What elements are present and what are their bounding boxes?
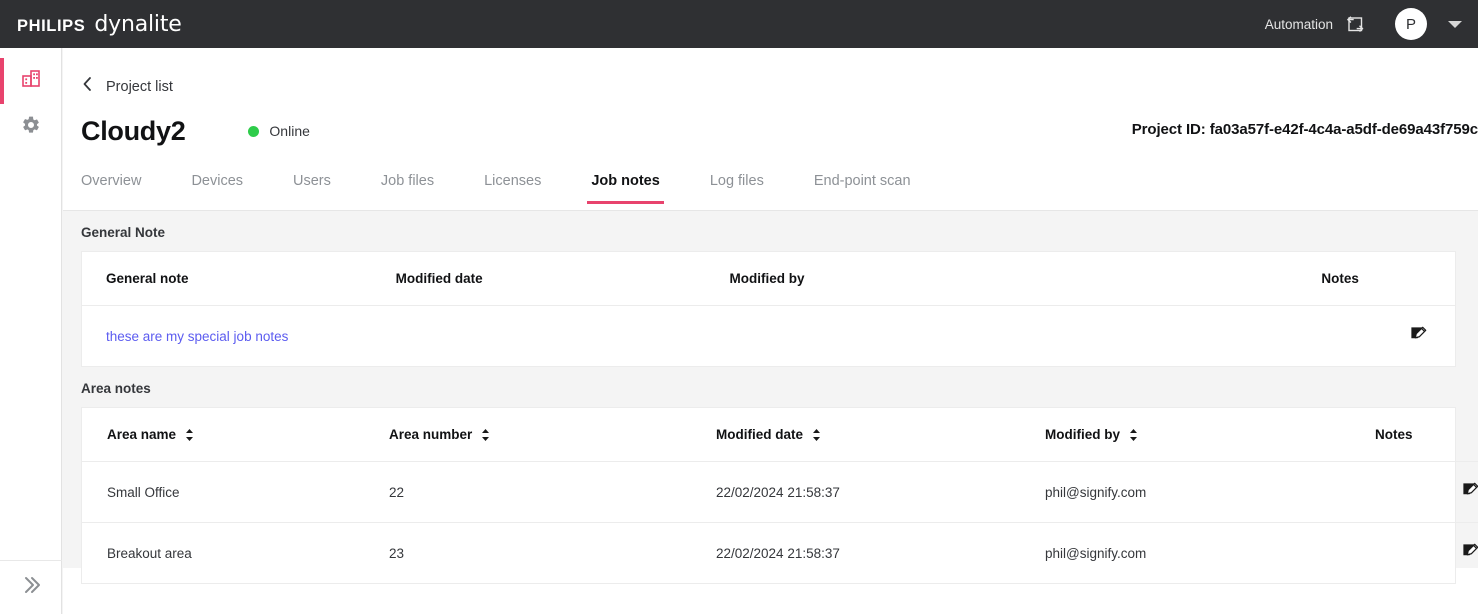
area-modified-date-cell: 22/02/2024 21:58:37 <box>716 545 840 561</box>
area-modified-date-cell: 22/02/2024 21:58:37 <box>716 461 1045 523</box>
edit-note-icon[interactable] <box>1461 481 1478 500</box>
column-header-modified-by-label: Modified by <box>1045 427 1120 442</box>
tab-devices[interactable]: Devices <box>191 173 243 203</box>
brand-dynalite-text: dynalite <box>94 11 182 37</box>
status-badge: Online <box>248 123 310 139</box>
tab-job-notes[interactable]: Job notes <box>587 173 665 204</box>
sort-icon[interactable] <box>481 428 490 442</box>
area-name-cell: Small Office <box>82 461 389 523</box>
general-note-notes-cell <box>1321 306 1455 367</box>
column-header-modified-by[interactable]: Modified by <box>1045 408 1375 462</box>
column-header-general-note: General note <box>82 252 396 306</box>
column-header-modified-date-label: Modified date <box>716 427 803 442</box>
chevrons-right-icon <box>19 573 43 602</box>
status-dot-icon <box>248 125 260 137</box>
sort-icon[interactable] <box>812 428 821 442</box>
column-header-modified-date[interactable]: Modified date <box>716 408 1045 462</box>
area-notes-cell <box>1375 523 1478 584</box>
area-modified-by-cell: phil@signify.com <box>1045 461 1375 523</box>
status-label: Online <box>269 123 310 139</box>
page-title: Cloudy2 <box>81 115 186 146</box>
column-header-notes: Notes <box>1375 408 1478 462</box>
general-note-link[interactable]: these are my special job notes <box>106 329 288 344</box>
edit-note-icon[interactable] <box>1409 325 1428 344</box>
brand-philips-text: PHILIPS <box>17 16 86 35</box>
sort-icon[interactable] <box>1129 428 1138 442</box>
area-number-cell: 22 <box>389 461 716 523</box>
general-note-table-head: General note Modified date Modified by N… <box>82 252 1455 306</box>
column-header-modified-by: Modified by <box>729 252 1322 306</box>
content-area: Project list Cloudy2 Online Project ID: … <box>63 48 1478 614</box>
sidebar-item-projects[interactable] <box>0 58 62 104</box>
area-notes-card: Area name Area number Modified date Modi… <box>81 407 1478 584</box>
tab-overview[interactable]: Overview <box>81 173 141 203</box>
area-name-cell: Breakout area <box>107 545 192 561</box>
project-id-label: Project ID: fa03a57f-e42f-4c4a-a5df-de69… <box>1131 121 1478 138</box>
building-icon <box>21 68 42 94</box>
project-header: Cloudy2 Online Project ID: fa03a57f-e42f… <box>81 111 1478 151</box>
breadcrumb[interactable]: Project list <box>81 76 173 97</box>
area-notes-cell <box>1375 461 1478 523</box>
general-note-table-body: these are my special job notes <box>82 306 1455 367</box>
breadcrumb-label: Project list <box>106 78 173 95</box>
area-notes-table: Area name Area number Modified date Modi… <box>82 408 1478 583</box>
general-note-section-title: General Note <box>81 225 166 240</box>
column-header-notes: Notes <box>1321 252 1455 306</box>
table-header-row: General note Modified date Modified by N… <box>82 252 1455 306</box>
column-header-area-number[interactable]: Area number <box>389 408 716 462</box>
column-header-area-number-label: Area number <box>389 427 473 442</box>
tab-end-point-scan[interactable]: End-point scan <box>814 173 911 203</box>
app-root: PHILIPS dynalite Automation P Project li… <box>0 0 1478 614</box>
sidebar-expand-button[interactable] <box>0 560 62 614</box>
sidebar-item-settings[interactable] <box>0 104 62 150</box>
chevron-down-icon[interactable] <box>1448 20 1462 28</box>
job-notes-panel: General Note General note Modified date … <box>63 211 1478 584</box>
table-row: Breakout area 23 22/02/2024 21:58:37 phi… <box>82 523 1478 584</box>
column-header-modified-date: Modified date <box>395 252 730 306</box>
chevron-left-icon <box>81 76 94 97</box>
tab-job-files[interactable]: Job files <box>381 173 434 203</box>
general-note-modified-date <box>396 306 730 367</box>
gear-icon <box>21 115 41 140</box>
tab-log-files[interactable]: Log files <box>710 173 764 203</box>
automation-label: Automation <box>1264 16 1333 32</box>
swap-environment-icon[interactable] <box>1345 14 1365 34</box>
top-bar-right: Automation P <box>1265 0 1478 48</box>
table-header-row: Area name Area number Modified date Modi… <box>82 408 1478 462</box>
brand-logo: PHILIPS dynalite <box>17 12 182 37</box>
tab-bar: Overview Devices Users Job files License… <box>63 173 1478 211</box>
tab-licenses[interactable]: Licenses <box>484 173 541 203</box>
left-rail <box>0 48 62 614</box>
area-notes-section-title: Area notes <box>81 381 151 396</box>
area-number-cell: 23 <box>389 545 405 561</box>
column-header-area-name[interactable]: Area name <box>82 408 389 462</box>
general-note-cell: these are my special job notes <box>82 306 396 367</box>
tab-users[interactable]: Users <box>293 173 331 203</box>
general-note-modified-by <box>730 306 1322 367</box>
avatar[interactable]: P <box>1395 8 1427 40</box>
general-note-card: General note Modified date Modified by N… <box>81 251 1456 367</box>
general-note-table: General note Modified date Modified by N… <box>82 252 1455 366</box>
area-modified-by-cell: phil@signify.com <box>1045 545 1147 561</box>
sort-icon[interactable] <box>185 428 194 442</box>
table-row: these are my special job notes <box>82 306 1455 367</box>
edit-note-icon[interactable] <box>1461 542 1478 561</box>
table-row: Small Office 22 22/02/2024 21:58:37 phil… <box>82 461 1478 523</box>
top-bar: PHILIPS dynalite Automation P <box>0 0 1478 48</box>
area-notes-table-head: Area name Area number Modified date Modi… <box>82 408 1478 462</box>
rail-spacer <box>0 48 61 58</box>
column-header-area-name-label: Area name <box>107 427 177 442</box>
area-notes-table-body: Small Office 22 22/02/2024 21:58:37 phil… <box>82 461 1478 584</box>
